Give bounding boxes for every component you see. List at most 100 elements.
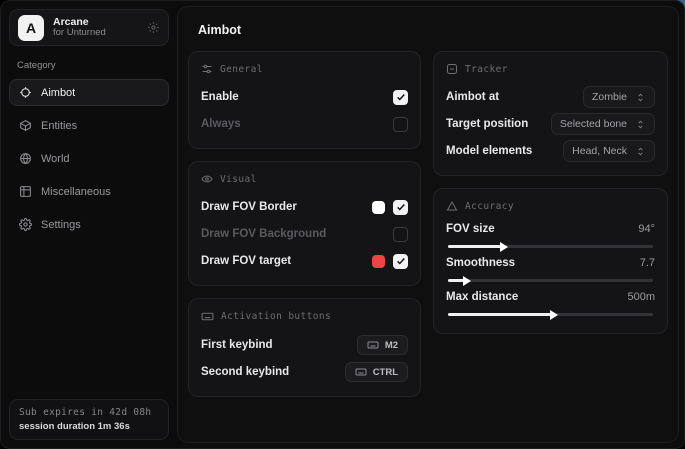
globe-icon: [19, 152, 32, 165]
aimbot-at-select[interactable]: Zombie: [583, 86, 655, 108]
setting-row-fov-border: Draw FOV Border: [201, 196, 408, 218]
page-title: Aimbot: [198, 23, 668, 37]
select-value: Selected bone: [560, 118, 627, 130]
setting-row-first-keybind: First keybind M2: [201, 334, 408, 356]
second-keybind-button[interactable]: CTRL: [345, 362, 408, 382]
setting-row-fov-target: Draw FOV target: [201, 250, 408, 272]
slider-thumb[interactable]: [463, 276, 471, 286]
setting-row-smoothness: Smoothness 7.7: [446, 257, 655, 282]
sidebar-item-label: World: [41, 153, 70, 165]
gear-icon[interactable]: [147, 21, 160, 34]
eye-icon: [201, 173, 213, 185]
slider-thumb[interactable]: [550, 310, 558, 320]
sidebar-item-label: Aimbot: [41, 87, 75, 99]
fov-target-checkbox[interactable]: [393, 254, 408, 269]
sidebar-item-aimbot[interactable]: Aimbot: [9, 79, 169, 106]
smoothness-slider[interactable]: [448, 279, 653, 282]
setting-row-max-distance: Max distance 500m: [446, 291, 655, 316]
sidebar: A Arcane for Unturned Category Aimbot: [1, 1, 177, 448]
crosshair-icon: [19, 86, 32, 99]
setting-label: Always: [201, 118, 241, 130]
setting-row-aimbot-at: Aimbot at Zombie: [446, 86, 655, 108]
max-distance-slider[interactable]: [448, 313, 653, 316]
settings-gear-icon: [19, 218, 32, 231]
setting-label: First keybind: [201, 339, 273, 351]
always-checkbox[interactable]: [393, 117, 408, 132]
chevron-up-down-icon: [635, 146, 646, 157]
color-swatch[interactable]: [372, 201, 385, 214]
keyboard-icon: [367, 339, 379, 351]
category-nav: Aimbot Entities World Miscellaneous: [9, 79, 169, 238]
session-duration-text: session duration 1m 36s: [19, 421, 159, 432]
slider-value: 94°: [638, 223, 655, 235]
sidebar-item-label: Entities: [41, 120, 77, 132]
setting-row-target-position: Target position Selected bone: [446, 113, 655, 135]
setting-row-always: Always: [201, 113, 408, 135]
card-title: General: [220, 64, 263, 75]
chevron-up-down-icon: [635, 92, 646, 103]
setting-row-fov-background: Draw FOV Background: [201, 223, 408, 245]
setting-label: Model elements: [446, 145, 532, 157]
first-keybind-button[interactable]: M2: [357, 335, 408, 355]
sidebar-item-settings[interactable]: Settings: [9, 211, 169, 238]
subscription-info-box: Sub expires in 42d 08h session duration …: [9, 399, 169, 440]
sidebar-item-miscellaneous[interactable]: Miscellaneous: [9, 178, 169, 205]
select-value: Zombie: [592, 91, 627, 103]
cube-icon: [19, 119, 32, 132]
setting-label: Enable: [201, 91, 239, 103]
color-swatch[interactable]: [372, 255, 385, 268]
general-card: General Enable Always: [188, 51, 421, 149]
activation-buttons-card: Activation buttons First keybind M2 Seco…: [188, 298, 421, 397]
visual-card: Visual Draw FOV Border Draw FOV Backgrou…: [188, 161, 421, 286]
tracker-card: Tracker Aimbot at Zombie Target position: [433, 51, 668, 176]
slider-value: 7.7: [640, 257, 655, 269]
model-elements-select[interactable]: Head, Neck: [563, 140, 655, 162]
accuracy-card: Accuracy FOV size 94° Smoothness: [433, 188, 668, 334]
enable-checkbox[interactable]: [393, 90, 408, 105]
keybind-value: M2: [385, 340, 398, 351]
scan-frame-icon: [446, 63, 458, 75]
keyboard-icon: [355, 366, 367, 378]
card-title: Tracker: [465, 64, 508, 75]
setting-label: FOV size: [446, 223, 495, 235]
setting-row-fov-size: FOV size 94°: [446, 223, 655, 248]
setting-label: Max distance: [446, 291, 518, 303]
sliders-icon: [201, 63, 213, 75]
slider-value: 500m: [627, 291, 655, 303]
setting-label: Second keybind: [201, 366, 289, 378]
select-value: Head, Neck: [572, 145, 627, 157]
main-panel: Aimbot General Enable: [177, 6, 679, 443]
setting-label: Target position: [446, 118, 528, 130]
sidebar-item-label: Miscellaneous: [41, 186, 111, 198]
sidebar-item-entities[interactable]: Entities: [9, 112, 169, 139]
fov-size-slider[interactable]: [448, 245, 653, 248]
setting-row-second-keybind: Second keybind CTRL: [201, 361, 408, 383]
card-title: Accuracy: [465, 201, 514, 212]
sidebar-item-world[interactable]: World: [9, 145, 169, 172]
fov-border-checkbox[interactable]: [393, 200, 408, 215]
fov-background-checkbox[interactable]: [393, 227, 408, 242]
setting-label: Smoothness: [446, 257, 515, 269]
card-title: Activation buttons: [221, 311, 331, 322]
grid-icon: [19, 185, 32, 198]
chevron-up-down-icon: [635, 119, 646, 130]
brand-header: A Arcane for Unturned: [9, 9, 169, 46]
setting-label: Draw FOV Background: [201, 228, 326, 240]
keybind-value: CTRL: [373, 367, 398, 378]
sidebar-item-label: Settings: [41, 219, 81, 231]
setting-label: Aimbot at: [446, 91, 499, 103]
setting-label: Draw FOV target: [201, 255, 291, 267]
arcane-cheat-window: A Arcane for Unturned Category Aimbot: [0, 0, 685, 449]
setting-row-enable: Enable: [201, 86, 408, 108]
target-position-select[interactable]: Selected bone: [551, 113, 655, 135]
triangle-icon: [446, 200, 458, 212]
setting-row-model-elements: Model elements Head, Neck: [446, 140, 655, 162]
app-logo: A: [18, 15, 44, 41]
slider-thumb[interactable]: [500, 242, 508, 252]
category-label: Category: [17, 60, 169, 71]
keyboard-icon: [201, 310, 214, 323]
app-subtitle: for Unturned: [53, 28, 138, 39]
setting-label: Draw FOV Border: [201, 201, 297, 213]
card-title: Visual: [220, 174, 257, 185]
sub-expires-text: Sub expires in 42d 08h: [19, 407, 159, 418]
